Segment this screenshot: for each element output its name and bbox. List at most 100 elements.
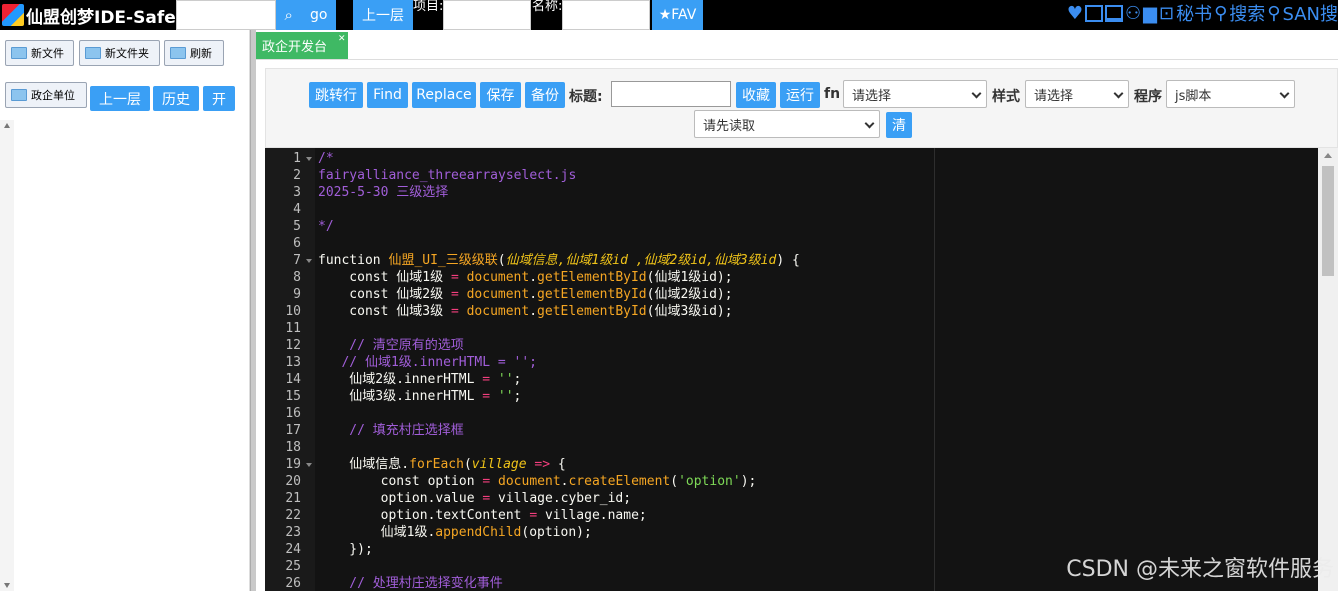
clear-button[interactable]: 清	[886, 112, 912, 138]
line-number: 25	[285, 559, 301, 574]
code-line[interactable]: 仙域信息.forEach(village => {	[318, 456, 565, 473]
refresh-button[interactable]: 刷新	[164, 40, 224, 66]
briefcase-icon[interactable]: ⊡	[1159, 3, 1174, 24]
code-line[interactable]: 2025-5-30 三级选择	[318, 184, 448, 201]
left-up-button[interactable]: 上一层	[90, 86, 150, 111]
folder-icon[interactable]: ▆	[1143, 3, 1157, 24]
line-number: 7	[293, 253, 301, 268]
code-line[interactable]: const 仙域3级 = document.getElementById(仙域3…	[318, 303, 732, 320]
scroll-down-icon[interactable]	[4, 583, 10, 588]
code-token: ''	[497, 372, 514, 387]
secret-book-link[interactable]: 秘书	[1176, 0, 1212, 26]
refresh-label: 刷新	[190, 47, 212, 60]
code-token: (仙域1级id);	[646, 270, 733, 285]
history-button[interactable]: 历史	[153, 86, 199, 111]
code-line[interactable]: function 仙盟_UI_三级级联(仙域信息,仙域1级id ,仙域2级id,…	[318, 252, 800, 269]
open-button[interactable]: 开	[203, 86, 235, 111]
code-line[interactable]: fairyalliance_threearrayselect.js	[318, 167, 576, 184]
code-token: 仙域3级	[396, 304, 451, 319]
scroll-up-icon[interactable]	[1324, 153, 1332, 158]
panel-icon[interactable]	[1085, 4, 1103, 22]
scroll-up-icon[interactable]	[4, 123, 10, 128]
file-tree-scrollbar[interactable]	[0, 120, 14, 591]
backup-button[interactable]: 备份	[525, 82, 565, 108]
code-line[interactable]: */	[318, 218, 334, 235]
code-line[interactable]: });	[318, 541, 373, 558]
code-token: // 填充村庄选择框	[318, 423, 464, 438]
code-line[interactable]: // 清空原有的选项	[318, 337, 464, 354]
heart-icon[interactable]: ♥	[1067, 3, 1083, 24]
fold-arrow-icon[interactable]	[306, 259, 312, 263]
line-number: 26	[285, 576, 301, 591]
code-editor[interactable]: 1 2 3 4 5 6 7 8 9 10 11 12 13 14 15 16 17 18 19 20 21 22 23 24 2…	[265, 148, 1338, 591]
code-line[interactable]: const 仙域2级 = document.getElementById(仙域2…	[318, 286, 732, 303]
fold-arrow-icon[interactable]	[306, 463, 312, 467]
code-token: village.name;	[544, 508, 647, 523]
scrollbar-thumb[interactable]	[1322, 166, 1334, 276]
code-token: document	[466, 270, 530, 285]
line-number: 22	[285, 508, 301, 523]
code-token: 仙域信息.	[318, 457, 410, 472]
find-button[interactable]: Find	[367, 82, 408, 108]
code-line[interactable]: option.textContent = village.name;	[318, 507, 647, 524]
search-go-button[interactable]: ⌕ go	[276, 0, 336, 30]
read-select[interactable]: 请先读取	[694, 110, 880, 138]
code-token: const	[318, 270, 397, 285]
name-label: 名称:	[532, 0, 563, 14]
project-input[interactable]	[443, 0, 531, 30]
goto-line-button[interactable]: 跳转行	[309, 82, 363, 108]
new-file-button[interactable]: 新文件	[5, 40, 74, 66]
line-number: 10	[285, 304, 301, 319]
code-line[interactable]: const 仙域1级 = document.getElementById(仙域1…	[318, 269, 733, 286]
code-line[interactable]: 仙域3级.innerHTML = '';	[318, 388, 521, 405]
san-search-link[interactable]: SAN搜	[1282, 0, 1338, 26]
style-select[interactable]: 请选择	[1025, 80, 1129, 108]
name-input[interactable]	[562, 0, 650, 30]
code-token: 仙域信息,仙域1级id ,仙域2级id,仙域3级id	[505, 253, 777, 268]
code-token: 'option'	[678, 474, 741, 489]
code-token: 仙域1级	[396, 270, 451, 285]
fn-select[interactable]: 请选择	[843, 80, 987, 108]
code-token: =	[450, 287, 467, 302]
user-icon[interactable]: ⚇	[1125, 3, 1141, 24]
code-token: (	[497, 253, 506, 268]
code-line[interactable]: // 仙域1级.innerHTML = '';	[318, 354, 537, 371]
panel-splitter[interactable]	[250, 30, 256, 591]
top-up-button[interactable]: 上一层	[353, 0, 413, 30]
code-line[interactable]: // 填充村庄选择框	[318, 422, 464, 439]
code-line[interactable]: 仙域2级.innerHTML = '';	[318, 371, 521, 388]
code-line[interactable]: 仙域1级.appendChild(option);	[318, 524, 592, 541]
san-search-icon: ⚲	[1267, 2, 1281, 24]
close-icon[interactable]: ✕	[338, 35, 347, 44]
save-button[interactable]: 保存	[480, 82, 521, 108]
code-token: option.value	[318, 491, 483, 506]
watermark: CSDN @未来之窗软件服务	[1066, 557, 1334, 582]
program-select[interactable]: js脚本	[1166, 80, 1295, 108]
code-token: getElementById	[537, 287, 647, 302]
tab-gov-dev[interactable]: 政企开发台 ✕	[256, 32, 348, 59]
window-icon[interactable]	[1105, 4, 1123, 22]
editor-scrollbar[interactable]	[1318, 148, 1338, 591]
fav-button[interactable]: ★FAV	[652, 0, 703, 30]
search-input[interactable]	[176, 0, 276, 30]
search-link[interactable]: 搜索	[1229, 0, 1265, 26]
line-number: 9	[293, 287, 301, 302]
line-number: 18	[285, 440, 301, 455]
code-line[interactable]: const option = document.createElement('o…	[318, 473, 757, 490]
code-line[interactable]: option.value = village.cyber_id;	[318, 490, 631, 507]
fold-arrow-icon[interactable]	[306, 157, 312, 161]
read-select-value: 请先读取	[703, 118, 756, 134]
code-token: 仙盟_UI_三级级联	[388, 253, 498, 268]
code-line[interactable]: /*	[318, 150, 334, 167]
code-token: ;	[513, 389, 522, 404]
code-token: (option);	[521, 525, 592, 540]
code-line[interactable]: // 处理村庄选择变化事件	[318, 575, 503, 591]
code-token: =	[482, 491, 499, 506]
new-folder-button[interactable]: 新文件夹	[79, 40, 160, 66]
run-button[interactable]: 运行	[780, 82, 820, 108]
title-input[interactable]	[611, 81, 731, 107]
replace-button[interactable]: Replace	[412, 82, 476, 108]
unit-button[interactable]: 政企单位	[5, 82, 87, 108]
collect-button[interactable]: 收藏	[736, 82, 776, 108]
code-token: =>	[526, 457, 558, 472]
